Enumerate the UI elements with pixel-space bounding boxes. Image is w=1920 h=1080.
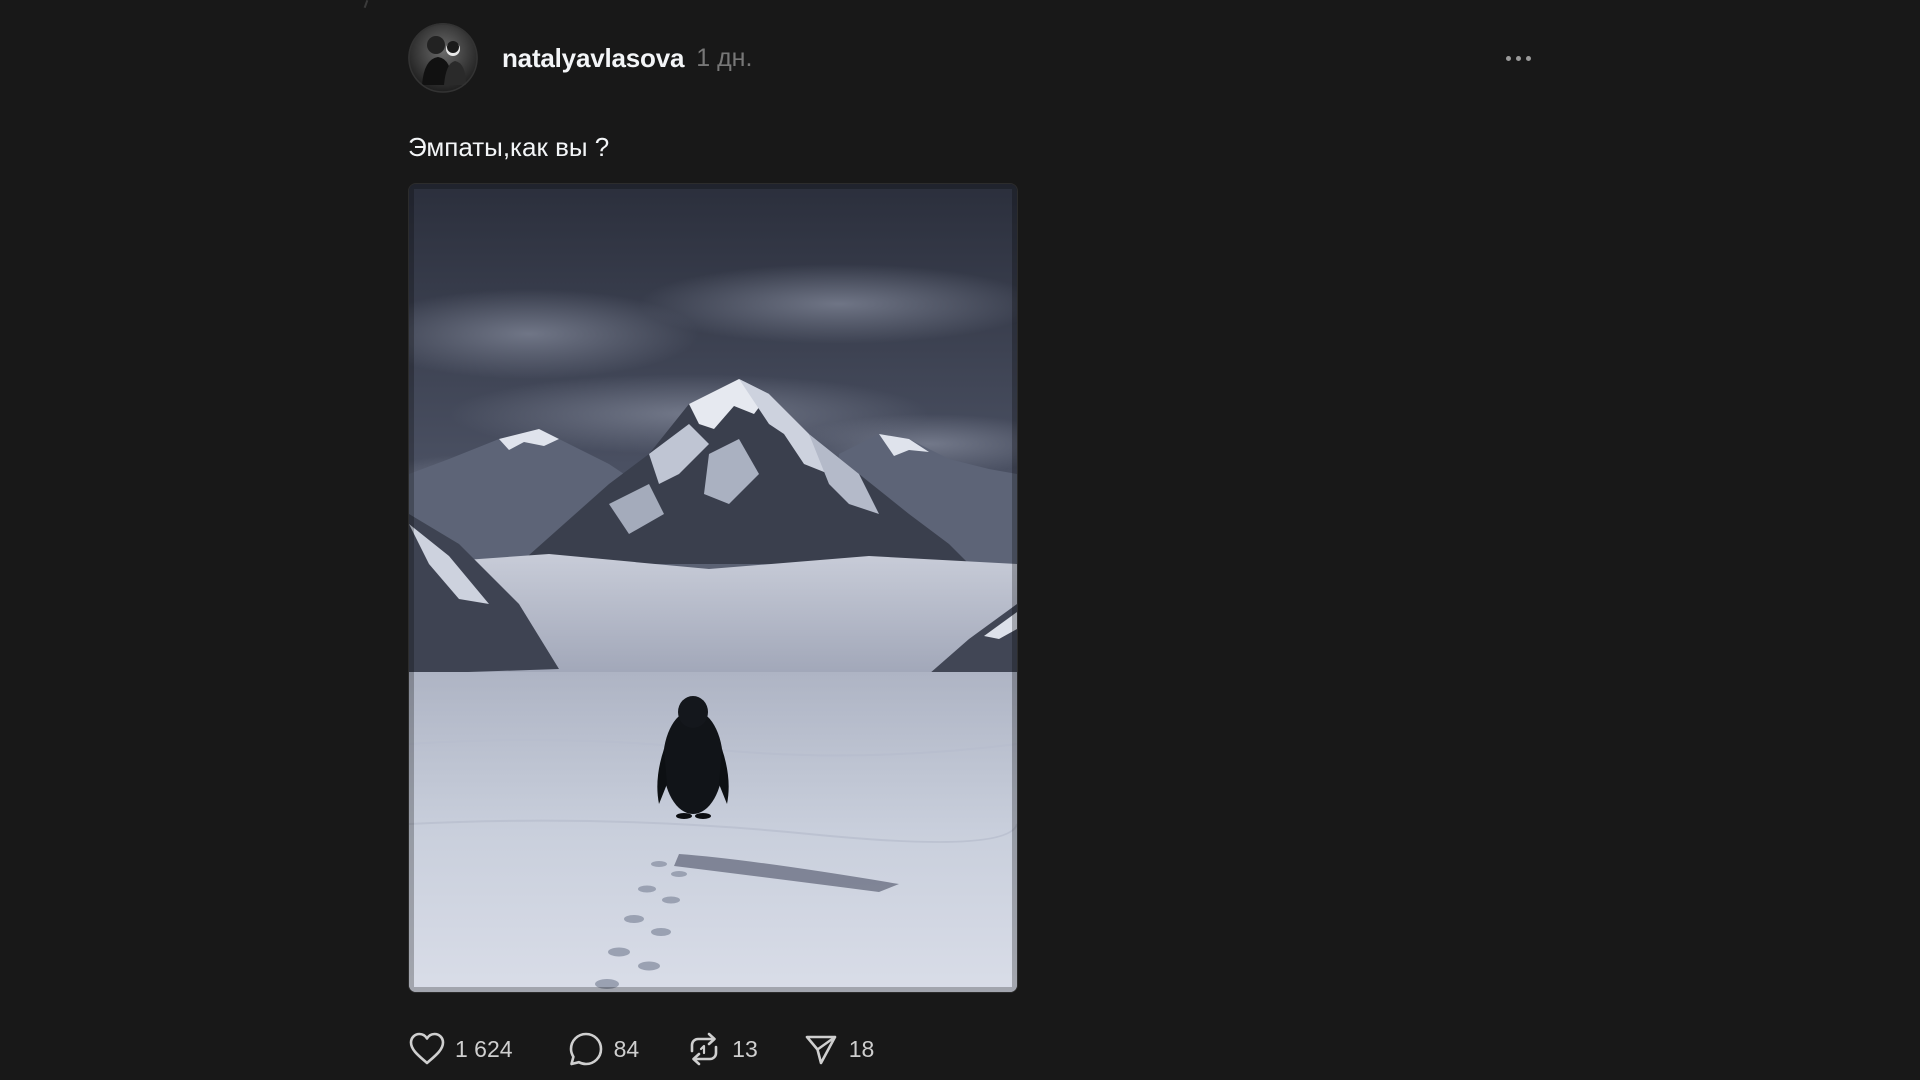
avatar[interactable] — [408, 23, 478, 93]
share-button[interactable]: 18 — [802, 1030, 875, 1068]
timestamp[interactable]: 1 дн. — [696, 44, 752, 73]
more-options-button[interactable] — [1498, 40, 1538, 76]
divider-mark — [363, 0, 369, 9]
more-dot — [1525, 55, 1531, 61]
post-caption: Эмпаты,как вы ? — [408, 132, 610, 162]
send-icon — [802, 1030, 840, 1068]
comment-icon — [567, 1030, 605, 1068]
more-dot — [1515, 55, 1521, 61]
share-count: 18 — [848, 1035, 875, 1062]
like-button[interactable]: 1 624 — [408, 1030, 513, 1068]
post: natalyavlasova 1 дн. Эмпаты,как вы ? 1 6… — [408, 22, 1531, 1069]
repost-button[interactable]: 13 — [685, 1030, 758, 1068]
comment-button[interactable]: 84 — [567, 1030, 640, 1068]
username[interactable]: natalyavlasova — [502, 43, 684, 74]
more-horizontal-icon — [1505, 55, 1511, 61]
heart-icon — [408, 1030, 446, 1068]
like-count: 1 624 — [455, 1035, 513, 1062]
comment-count: 84 — [613, 1035, 640, 1062]
repost-icon — [685, 1030, 723, 1068]
post-header: natalyavlasova 1 дн. — [408, 22, 1531, 94]
post-image[interactable] — [408, 183, 1018, 993]
post-actions: 1 624 84 13 18 — [408, 1029, 1528, 1069]
penguin-landscape-image — [409, 184, 1017, 992]
app-window: natalyavlasova 1 дн. Эмпаты,как вы ? 1 6… — [0, 0, 1920, 1080]
repost-count: 13 — [732, 1035, 758, 1062]
